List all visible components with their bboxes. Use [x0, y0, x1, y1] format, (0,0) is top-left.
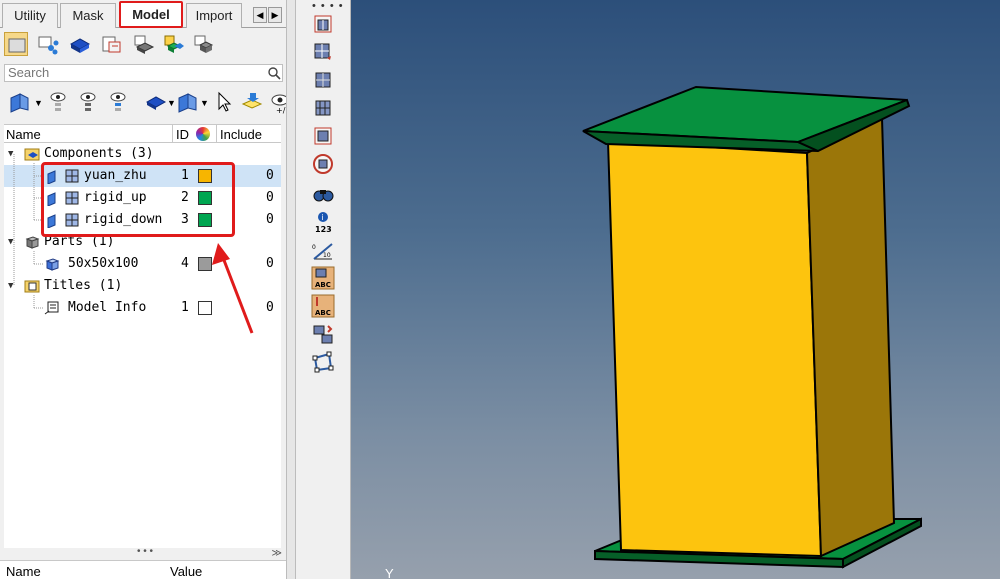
plane-icon[interactable]	[176, 90, 200, 114]
component-include: 0	[266, 190, 274, 205]
properties-header: Name Value	[0, 560, 286, 579]
display-toggle-icon[interactable]	[8, 90, 38, 114]
tab-model[interactable]: Model	[119, 1, 183, 28]
tab-scroll-right-icon[interactable]: ▶	[268, 7, 282, 23]
component-color-icon[interactable]	[144, 90, 168, 114]
show-icon[interactable]	[46, 90, 70, 114]
toolbar-grip[interactable]: • • • •	[312, 0, 344, 12]
annotation-arrow	[212, 243, 254, 334]
column-header-name[interactable]: Name	[6, 126, 41, 143]
svg-text:0: 0	[312, 244, 316, 251]
feature-icon[interactable]	[311, 124, 335, 148]
tab-scroll-left-icon[interactable]: ◀	[253, 7, 267, 23]
properties-value-header[interactable]: Value	[170, 564, 202, 579]
browser-tab-bar: Utility Mask Model Import ◀ ▶	[0, 0, 286, 28]
reorder-icon[interactable]	[311, 322, 335, 346]
scale-icon[interactable]: 0 10	[311, 238, 335, 262]
wireframe-icon[interactable]	[311, 96, 335, 120]
hide-icon[interactable]	[76, 90, 100, 114]
graphics-viewport[interactable]: Y	[351, 0, 1000, 579]
title-id: 1	[181, 300, 189, 315]
part-id: 4	[181, 256, 189, 271]
mesh-icon[interactable]	[311, 12, 335, 36]
label-abc-icon[interactable]: ABC	[311, 266, 335, 290]
info-icon[interactable]: i 123	[311, 210, 335, 234]
scale-icon-label: 10	[323, 252, 331, 259]
model-view-icon[interactable]	[4, 32, 28, 56]
property-icon[interactable]	[100, 32, 124, 56]
svg-text:+/: +/	[276, 106, 286, 114]
mesh-edit-icon[interactable]	[311, 40, 335, 64]
no-select-icon[interactable]	[311, 152, 335, 176]
color-dropdown-arrow-icon[interactable]: ▼	[167, 98, 176, 108]
view-more-icon[interactable]: +/	[268, 90, 286, 114]
tab-mask[interactable]: Mask	[60, 3, 116, 28]
column-header-id[interactable]: ID	[176, 126, 189, 143]
yuan-zhu-column[interactable]	[606, 116, 896, 558]
isolate-icon[interactable]	[106, 90, 130, 114]
resize-handle[interactable]: • • •	[130, 547, 160, 557]
tree-column-header: Name ID Include	[4, 124, 281, 144]
import-icon[interactable]	[240, 90, 264, 114]
model-3d-render	[582, 85, 922, 569]
search-input[interactable]: Search	[4, 64, 283, 82]
svg-text:i: i	[321, 213, 323, 222]
properties-panel: • • • ≫ Name Value	[0, 547, 286, 579]
model-browser-panel: Utility Mask Model Import ◀ ▶ Search ▼ ▼…	[0, 0, 286, 579]
vertical-toolbar: • • • • i 123 0 10 ABC ABC	[296, 0, 351, 579]
assembly-icon[interactable]	[36, 32, 60, 56]
svg-text:ABC: ABC	[315, 309, 331, 317]
column-header-include[interactable]: Include	[220, 126, 262, 143]
info-icon-label: 123	[315, 225, 332, 234]
material-icon[interactable]	[132, 32, 156, 56]
bounding-icon[interactable]	[311, 350, 335, 374]
tab-import[interactable]: Import	[186, 3, 242, 28]
include-icon[interactable]	[162, 32, 186, 56]
shaded-icon[interactable]	[311, 68, 335, 92]
label-abc-red-icon[interactable]: ABC	[311, 294, 335, 318]
component-icon[interactable]	[68, 32, 92, 56]
color-wheel-icon[interactable]	[196, 127, 210, 141]
column-divider[interactable]	[172, 125, 173, 144]
plane-dropdown-arrow-icon[interactable]: ▼	[200, 98, 209, 108]
select-cursor-icon[interactable]	[212, 90, 236, 114]
svg-text:ABC: ABC	[315, 281, 331, 289]
axis-triad-y-label: Y	[385, 566, 394, 579]
part-name: 50x50x100	[68, 256, 139, 271]
title-name: Model Info	[68, 300, 147, 315]
component-include: 0	[266, 168, 274, 183]
search-icon[interactable]	[267, 66, 281, 80]
collapse-chevron-icon[interactable]: ≫	[272, 548, 282, 559]
dropdown-arrow-icon[interactable]: ▼	[34, 98, 43, 108]
panel-splitter[interactable]	[286, 0, 296, 579]
part-icon[interactable]	[192, 32, 216, 56]
tab-utility[interactable]: Utility	[2, 3, 58, 28]
find-icon[interactable]	[311, 182, 335, 206]
column-divider[interactable]	[216, 125, 217, 144]
properties-name-header[interactable]: Name	[6, 564, 41, 579]
